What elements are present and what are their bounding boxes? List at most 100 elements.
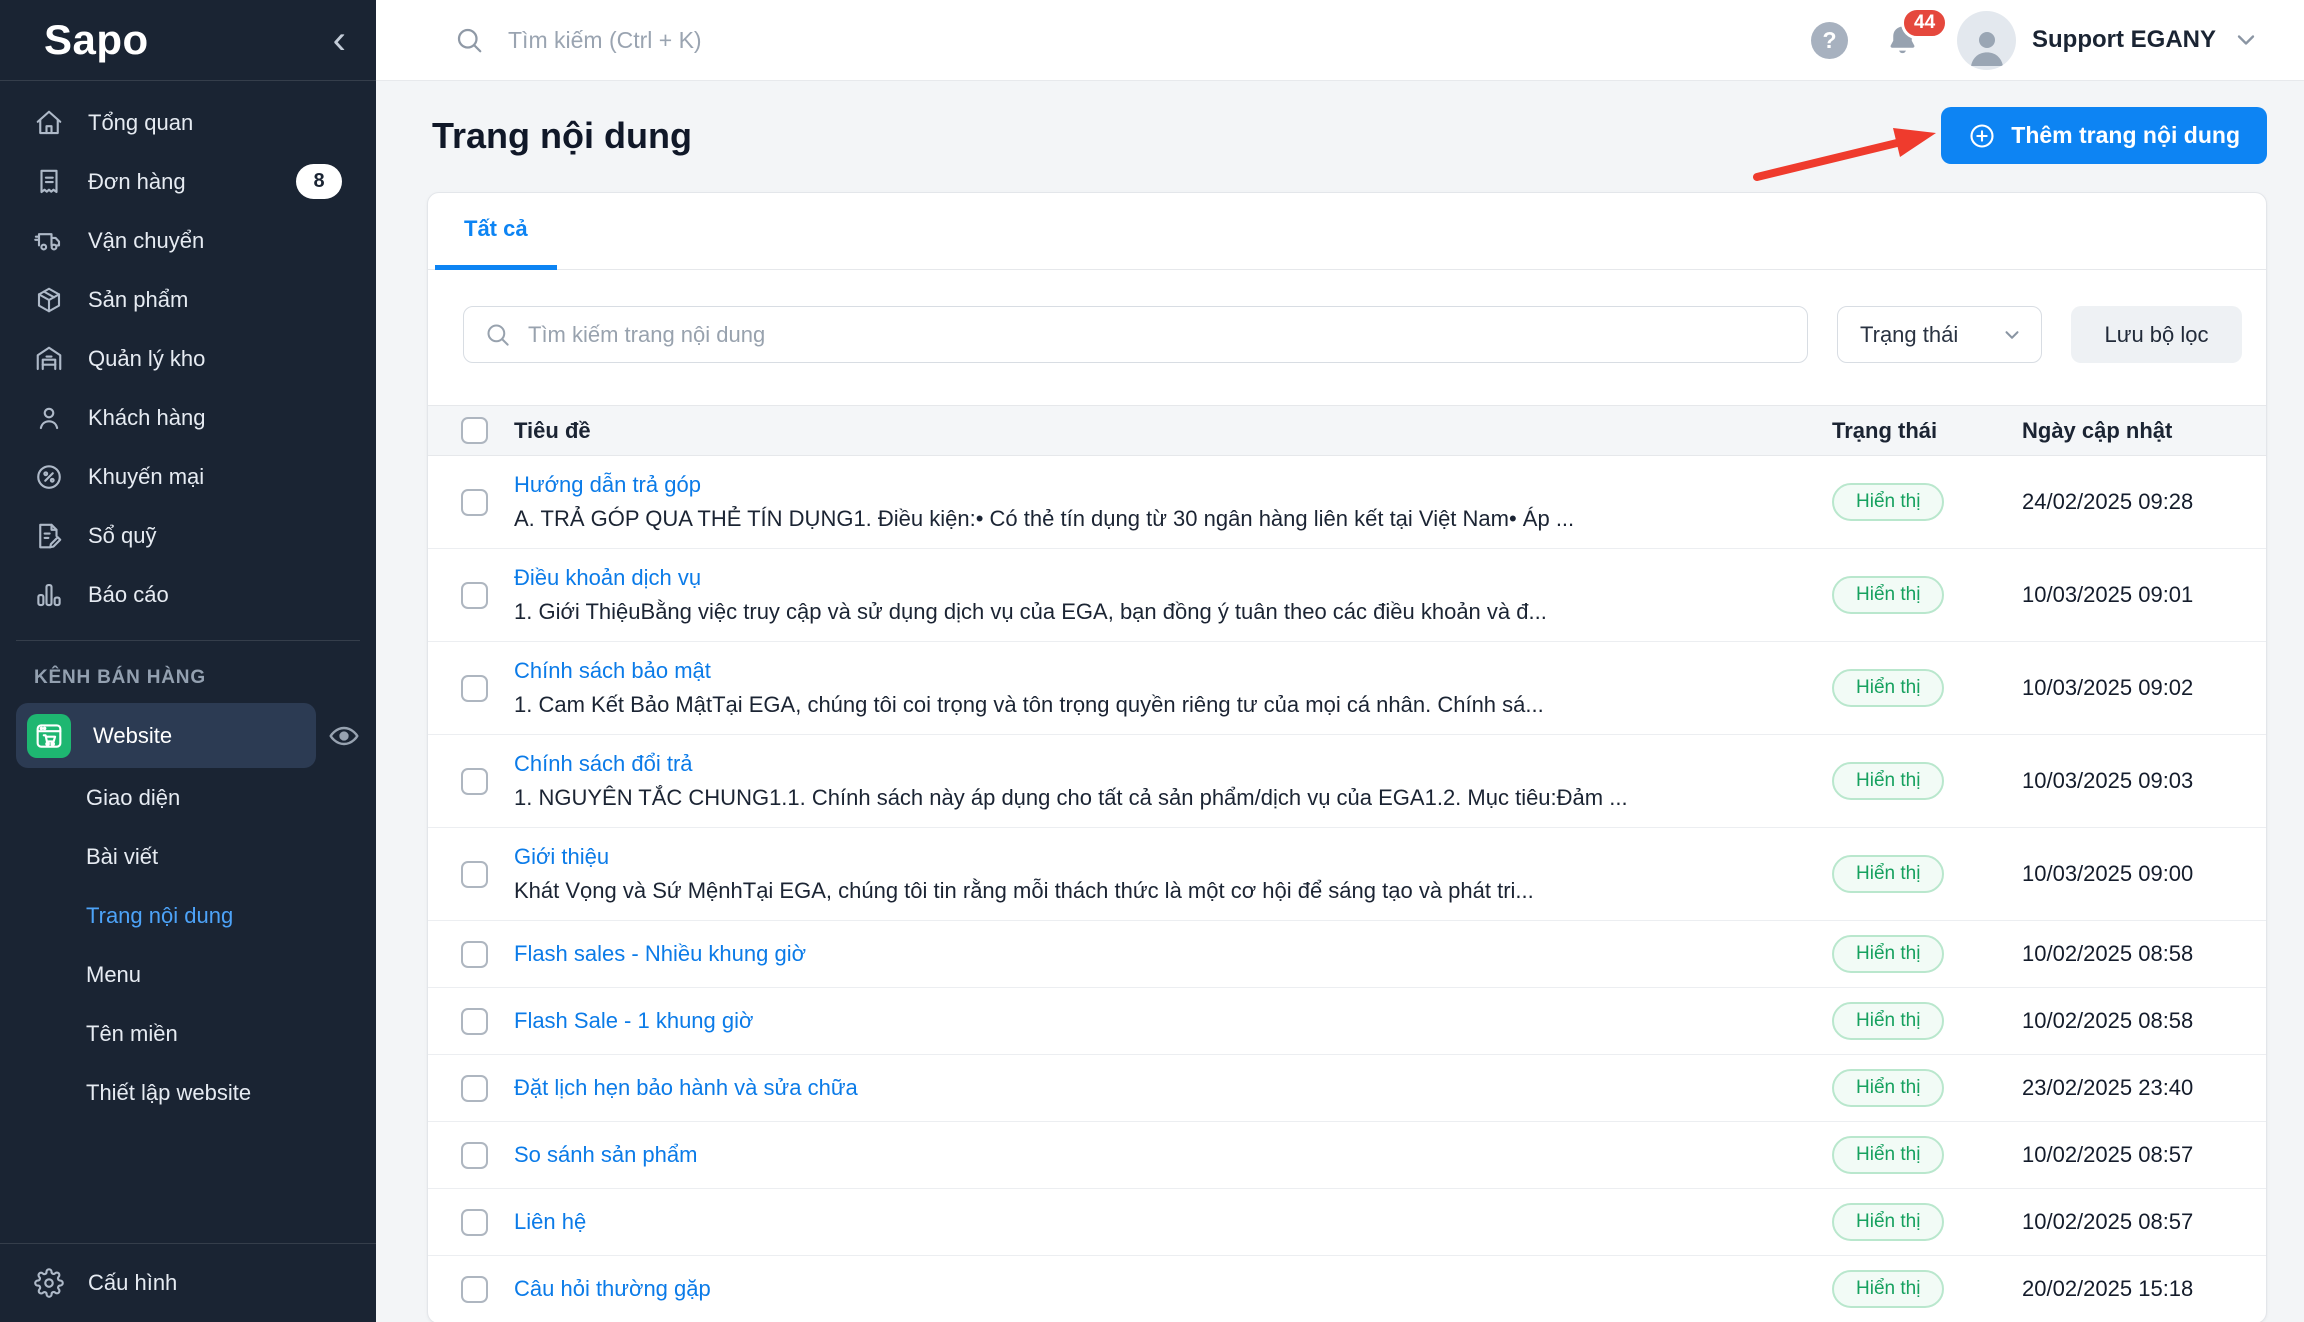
sidebar-item-ten-mien[interactable]: Tên miền xyxy=(16,1004,360,1063)
orders-count-badge: 8 xyxy=(296,164,342,199)
status-badge: Hiển thị xyxy=(1832,669,1944,707)
table-row[interactable]: Hướng dẫn trả góp A. TRẢ GÓP QUA THẺ TÍN… xyxy=(428,456,2266,549)
page-link[interactable]: Hướng dẫn trả góp xyxy=(514,472,1832,498)
table-row[interactable]: Chính sách bảo mật 1. Cam Kết Bảo MậtTại… xyxy=(428,642,2266,735)
status-badge: Hiển thị xyxy=(1832,1069,1944,1107)
sidebar-item-van-chuyen[interactable]: Vận chuyển xyxy=(16,211,360,270)
sidebar-item-tong-quan[interactable]: Tổng quan xyxy=(16,93,360,152)
updated-date: 10/02/2025 08:57 xyxy=(2022,1142,2193,1167)
global-search-input[interactable] xyxy=(508,27,1128,54)
bar-chart-icon xyxy=(34,580,64,610)
status-badge: Hiển thị xyxy=(1832,483,1944,521)
updated-date: 10/02/2025 08:58 xyxy=(2022,941,2193,966)
row-checkbox[interactable] xyxy=(461,768,488,795)
page-link[interactable]: Chính sách bảo mật xyxy=(514,658,1832,684)
table-row[interactable]: Điều khoản dịch vụ 1. Giới ThiệuBằng việ… xyxy=(428,549,2266,642)
page-excerpt: Khát Vọng và Sứ MệnhTại EGA, chúng tôi t… xyxy=(514,878,1832,904)
page-link[interactable]: Liên hệ xyxy=(514,1209,1832,1235)
sidebar-divider xyxy=(16,640,360,641)
sidebar-item-giao-dien[interactable]: Giao diện xyxy=(16,768,360,827)
table-row[interactable]: Câu hỏi thường gặp Hiển thị 20/02/2025 1… xyxy=(428,1256,2266,1322)
sidebar-item-website[interactable]: Website xyxy=(16,703,316,768)
row-checkbox[interactable] xyxy=(461,489,488,516)
table-row[interactable]: So sánh sản phẩm Hiển thị 10/02/2025 08:… xyxy=(428,1122,2266,1189)
page-excerpt: 1. Cam Kết Bảo MậtTại EGA, chúng tôi coi… xyxy=(514,692,1832,718)
row-checkbox[interactable] xyxy=(461,582,488,609)
page-link[interactable]: Flash Sale - 1 khung giờ xyxy=(514,1008,1832,1034)
status-badge: Hiển thị xyxy=(1832,1270,1944,1308)
tab-all[interactable]: Tất cả xyxy=(435,216,557,270)
sidebar-item-khach-hang[interactable]: Khách hàng xyxy=(16,388,360,447)
row-checkbox[interactable] xyxy=(461,1142,488,1169)
table-search[interactable] xyxy=(463,306,1808,363)
page-link[interactable]: Câu hỏi thường gặp xyxy=(514,1276,1832,1302)
website-channel-icon xyxy=(27,714,71,758)
page-link[interactable]: Điều khoản dịch vụ xyxy=(514,565,1832,591)
row-checkbox[interactable] xyxy=(461,675,488,702)
page-link[interactable]: Giới thiệu xyxy=(514,844,1832,870)
status-filter-dropdown[interactable]: Trạng thái xyxy=(1837,306,2042,363)
chevron-down-icon xyxy=(2232,26,2260,54)
page-link[interactable]: Flash sales - Nhiều khung giờ xyxy=(514,941,1832,967)
sidebar-item-quan-ly-kho[interactable]: Quản lý kho xyxy=(16,329,360,388)
row-checkbox[interactable] xyxy=(461,1276,488,1303)
page-link[interactable]: Đặt lịch hẹn bảo hành và sửa chữa xyxy=(514,1075,1832,1101)
help-icon[interactable]: ? xyxy=(1811,22,1848,59)
sidebar-item-label: Đơn hàng xyxy=(88,169,186,195)
sidebar-item-label: Quản lý kho xyxy=(88,346,205,372)
row-checkbox[interactable] xyxy=(461,861,488,888)
sidebar-item-bao-cao[interactable]: Báo cáo xyxy=(16,565,360,624)
page-link[interactable]: So sánh sản phẩm xyxy=(514,1142,1832,1168)
notification-count-badge: 44 xyxy=(1901,7,1948,39)
sidebar-item-label: Sản phẩm xyxy=(88,287,188,313)
updated-date: 10/03/2025 09:02 xyxy=(2022,675,2193,700)
row-checkbox[interactable] xyxy=(461,1075,488,1102)
updated-date: 24/02/2025 09:28 xyxy=(2022,489,2193,514)
updated-date: 10/03/2025 09:01 xyxy=(2022,582,2193,607)
notifications-bell[interactable]: 44 xyxy=(1884,22,1921,59)
column-updated: Ngày cập nhật xyxy=(2022,418,2266,444)
sidebar-item-san-pham[interactable]: Sản phẩm xyxy=(16,270,360,329)
sidebar-item-label: Khuyến mại xyxy=(88,464,204,490)
column-status: Trạng thái xyxy=(1832,418,2022,444)
sidebar-item-bai-viet[interactable]: Bài viết xyxy=(16,827,360,886)
table-header: Tiêu đề Trạng thái Ngày cập nhật xyxy=(428,405,2266,456)
table-row[interactable]: Flash Sale - 1 khung giờ Hiển thị 10/02/… xyxy=(428,988,2266,1055)
eye-icon[interactable] xyxy=(328,720,360,752)
row-checkbox[interactable] xyxy=(461,1008,488,1035)
sidebar-item-menu[interactable]: Menu xyxy=(16,945,360,1004)
sidebar-item-trang-noi-dung[interactable]: Trang nội dung xyxy=(16,886,360,945)
sidebar-collapse-icon[interactable]: ‹ xyxy=(333,24,346,56)
user-menu[interactable]: Support EGANY xyxy=(1957,11,2260,70)
select-all-checkbox[interactable] xyxy=(461,417,488,444)
sidebar-item-label: Vận chuyển xyxy=(88,228,204,254)
table-row[interactable]: Đặt lịch hẹn bảo hành và sửa chữa Hiển t… xyxy=(428,1055,2266,1122)
sidebar-item-don-hang[interactable]: Đơn hàng 8 xyxy=(16,152,360,211)
table-row[interactable]: Chính sách đổi trả 1. NGUYÊN TẮC CHUNG1.… xyxy=(428,735,2266,828)
sidebar-item-cau-hinh[interactable]: Cấu hình xyxy=(0,1243,376,1322)
sales-channel-section-label: KÊNH BÁN HÀNG xyxy=(16,647,360,703)
sidebar-item-khuyen-mai[interactable]: Khuyến mại xyxy=(16,447,360,506)
status-badge: Hiển thị xyxy=(1832,576,1944,614)
sidebar-item-label: Tổng quan xyxy=(88,110,193,136)
page-link[interactable]: Chính sách đổi trả xyxy=(514,751,1832,777)
save-filter-button[interactable]: Lưu bộ lọc xyxy=(2071,306,2242,363)
row-checkbox[interactable] xyxy=(461,1209,488,1236)
table-row[interactable]: Flash sales - Nhiều khung giờ Hiển thị 1… xyxy=(428,921,2266,988)
sidebar-item-website-row: Website xyxy=(16,703,360,768)
content-pages-card: Tất cả Trạng thái Lưu bộ lọc Tiêu đề Trạ… xyxy=(427,192,2267,1322)
updated-date: 10/02/2025 08:57 xyxy=(2022,1209,2193,1234)
updated-date: 23/02/2025 23:40 xyxy=(2022,1075,2193,1100)
table-row[interactable]: Giới thiệu Khát Vọng và Sứ MệnhTại EGA, … xyxy=(428,828,2266,921)
add-content-page-button[interactable]: Thêm trang nội dung xyxy=(1941,107,2267,164)
row-checkbox[interactable] xyxy=(461,941,488,968)
sidebar-item-label: Khách hàng xyxy=(88,405,205,431)
table-row[interactable]: Liên hệ Hiển thị 10/02/2025 08:57 xyxy=(428,1189,2266,1256)
global-search[interactable] xyxy=(454,25,1128,55)
status-badge: Hiển thị xyxy=(1832,1203,1944,1241)
page-excerpt: A. TRẢ GÓP QUA THẺ TÍN DỤNG1. Điều kiện:… xyxy=(514,506,1832,532)
sidebar-item-so-quy[interactable]: Sổ quỹ xyxy=(16,506,360,565)
status-filter-label: Trạng thái xyxy=(1860,322,1958,348)
sidebar-item-thiet-lap-website[interactable]: Thiết lập website xyxy=(16,1063,360,1122)
table-search-input[interactable] xyxy=(528,322,1787,348)
